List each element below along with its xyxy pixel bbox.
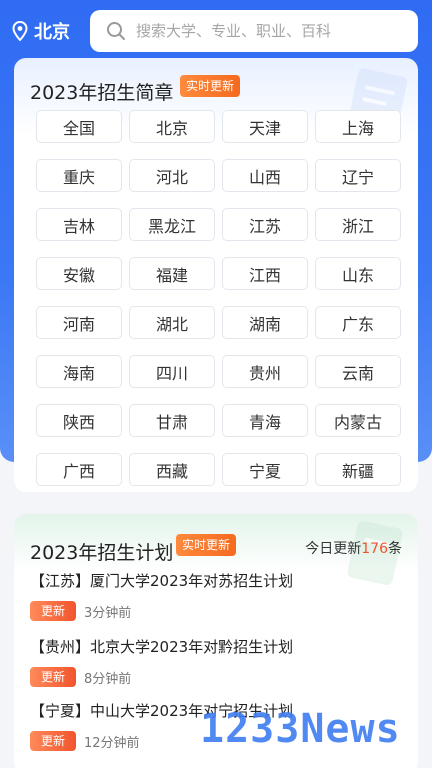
plan-item-time: 12分钟前 [84, 735, 140, 751]
province-button[interactable]: 河南 [36, 306, 122, 339]
province-button[interactable]: 内蒙古 [315, 404, 401, 437]
province-button[interactable]: 青海 [222, 404, 308, 437]
province-grid: 全国 北京 天津 上海 重庆 河北 山西 辽宁 吉林 黑龙江 江苏 浙江 安徽 福建 江西 山东 河南 湖北 湖南广… [36, 110, 402, 486]
brochure-title: 2023年招生简章 [30, 82, 174, 104]
update-tag: 更新 [30, 731, 76, 751]
province-button[interactable]: 福建 [129, 257, 215, 290]
province-button[interactable]: 安徽 [36, 257, 122, 290]
location-selector[interactable]: 北京 [12, 18, 86, 44]
province-button[interactable]: 江西 [222, 257, 308, 290]
top-bar: 北京 [0, 0, 432, 62]
province-button[interactable]: 陕西 [36, 404, 122, 437]
province-button[interactable]: 天津 [222, 110, 308, 143]
province-button[interactable]: 甘肃 [129, 404, 215, 437]
plan-item-time: 3分钟前 [84, 605, 132, 621]
realtime-badge: 实时更新 [180, 75, 241, 97]
search-input[interactable] [136, 22, 416, 40]
province-button[interactable]: 海南 [36, 355, 122, 388]
plan-item-time: 8分钟前 [84, 671, 132, 687]
province-button[interactable]: 吉林 [36, 208, 122, 241]
province-button[interactable]: 广西 [36, 453, 122, 486]
plan-item[interactable]: 【贵州】北京大学2023年对黔招生计划 更新 8分钟前 [30, 636, 410, 687]
province-button[interactable]: 上海 [315, 110, 401, 143]
province-button[interactable]: 北京 [129, 110, 215, 143]
plan-item-title[interactable]: 【江苏】厦门大学2023年对苏招生计划 [30, 570, 410, 591]
province-button[interactable]: 云南 [315, 355, 401, 388]
province-button[interactable]: 江苏 [222, 208, 308, 241]
province-button[interactable]: 山东 [315, 257, 401, 290]
update-count-number: 176 [361, 541, 388, 557]
province-button[interactable]: 山西 [222, 159, 308, 192]
province-button[interactable]: 湖北 [129, 306, 215, 339]
location-pin-icon [12, 21, 28, 41]
province-button[interactable]: 全国 [36, 110, 122, 143]
province-button[interactable]: 贵州 [222, 355, 308, 388]
province-button[interactable]: 宁夏 [222, 453, 308, 486]
search-icon [107, 22, 125, 40]
site-watermark: 1233News [200, 706, 401, 752]
update-tag: 更新 [30, 601, 76, 621]
province-button[interactable]: 四川 [129, 355, 215, 388]
province-button[interactable]: 西藏 [129, 453, 215, 486]
province-button[interactable]: 新疆 [315, 453, 401, 486]
province-button[interactable]: 广东 [315, 306, 401, 339]
province-button[interactable]: 重庆 [36, 159, 122, 192]
province-button[interactable]: 湖南 [222, 306, 308, 339]
province-button[interactable]: 黑龙江 [129, 208, 215, 241]
province-button[interactable]: 辽宁 [315, 159, 401, 192]
realtime-badge: 实时更新 [176, 534, 237, 556]
province-button[interactable]: 河北 [129, 159, 215, 192]
plan-title: 2023年招生计划 [30, 542, 174, 564]
location-label: 北京 [34, 22, 70, 43]
update-tag: 更新 [30, 667, 76, 687]
today-update-count: 今日更新176条 [305, 541, 402, 557]
plan-item-title[interactable]: 【贵州】北京大学2023年对黔招生计划 [30, 636, 410, 657]
search-box[interactable] [90, 10, 418, 52]
province-button[interactable]: 浙江 [315, 208, 401, 241]
plan-item[interactable]: 【江苏】厦门大学2023年对苏招生计划 更新 3分钟前 [30, 570, 410, 621]
